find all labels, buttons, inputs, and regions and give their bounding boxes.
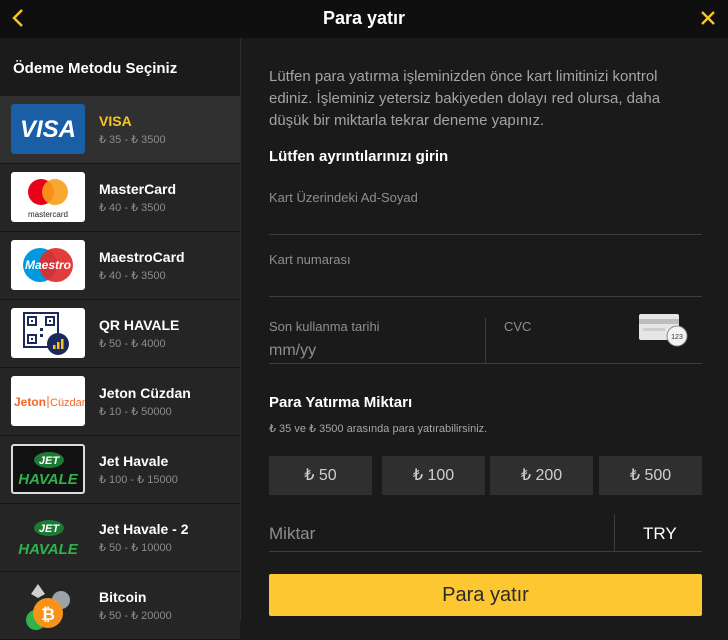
quick-amount-50-button[interactable]: ₺ 50 [269,456,372,495]
svg-text:JET: JET [39,523,60,535]
jet-havale-logo-icon: JET HAVALE [11,444,85,494]
method-range: ₺ 35 - ₺ 3500 [99,134,166,146]
method-range: ₺ 100 - ₺ 15000 [99,474,178,486]
expiry-input[interactable]: mm/yy [269,342,316,360]
svg-text:HAVALE: HAVALE [18,471,78,488]
divider [485,318,486,363]
payment-method-sidebar: Ödeme Metodu Seçiniz VISA VISA ₺ 35 - ₺ … [0,38,241,640]
divider [269,551,702,552]
svg-text:HAVALE: HAVALE [18,541,78,558]
method-range: ₺ 50 - ₺ 4000 [99,338,166,350]
method-range: ₺ 40 - ₺ 3500 [99,202,166,214]
visa-logo-icon: VISA [11,104,85,154]
payment-method-mastercard[interactable]: mastercard MasterCard ₺ 40 - ₺ 3500 [0,164,240,232]
svg-text:Maestro: Maestro [25,258,71,272]
submit-deposit-button[interactable]: Para yatır [269,574,702,616]
method-name: Jeton Cüzdan [99,385,191,401]
method-name: Bitcoin [99,589,147,605]
svg-text:JET: JET [39,455,60,467]
details-title: Lütfen ayrıntılarınızı girin [269,148,449,165]
expiry-label: Son kullanma tarihi [269,319,380,334]
jet-havale-logo-icon: JET HAVALE [11,512,85,562]
amount-title: Para Yatırma Miktarı [269,394,413,411]
svg-text:Jeton: Jeton [14,395,46,409]
method-name: MasterCard [99,181,177,197]
qr-code-icon [11,308,85,358]
sidebar-title: Ödeme Metodu Seçiniz [0,38,240,96]
card-number-field[interactable]: Kart numarası [269,252,351,267]
svg-text:Cüzdan: Cüzdan [50,397,85,409]
divider [269,234,702,235]
svg-text:123: 123 [671,334,683,341]
method-name: VISA [99,113,132,129]
crypto-coins-icon: ₿ [11,580,85,630]
payment-method-visa[interactable]: VISA VISA ₺ 35 - ₺ 3500 [0,96,240,164]
method-range: ₺ 50 - ₺ 10000 [99,542,172,554]
divider [614,514,615,552]
cardholder-name-field[interactable]: Kart Üzerindeki Ad-Soyad [269,190,418,205]
cvc-field[interactable]: CVC [504,319,531,334]
quick-amount-100-button[interactable]: ₺ 100 [382,456,485,495]
top-bar: Para yatır [0,0,728,38]
svg-text:VISA: VISA [20,116,76,143]
maestro-logo-icon: Maestro [11,240,85,290]
quick-amount-200-button[interactable]: ₺ 200 [490,456,593,495]
divider [269,296,702,297]
page-title: Para yatır [322,8,406,28]
payment-method-jet-havale[interactable]: JET HAVALE Jet Havale ₺ 100 - ₺ 15000 [0,436,240,504]
amount-hint: ₺ 35 ve ₺ 3500 arasında para yatırabilir… [269,423,488,435]
method-name: QR HAVALE [99,317,180,333]
currency-label: TRY [643,524,677,543]
mastercard-logo-icon: mastercard [11,172,85,222]
card-limit-notice: Lütfen para yatırma işleminizden önce ka… [269,68,661,129]
payment-method-jet-havale-2[interactable]: JET HAVALE Jet Havale - 2 ₺ 50 - ₺ 10000 [0,504,240,572]
jeton-logo-icon: Jeton Cüzdan [11,376,85,426]
payment-method-jeton[interactable]: Jeton Cüzdan Jeton Cüzdan ₺ 10 - ₺ 50000 [0,368,240,436]
payment-method-bitcoin[interactable]: ₿ Bitcoin ₺ 50 - ₺ 20000 [0,572,240,640]
cvc-card-icon: 123 [637,310,693,348]
deposit-form: Lütfen para yatırma işleminizden önce ka… [241,38,728,621]
method-range: ₺ 50 - ₺ 20000 [99,610,172,622]
method-name: Jet Havale - 2 [99,521,189,537]
quick-amount-500-button[interactable]: ₺ 500 [599,456,702,495]
amount-input[interactable]: Miktar [269,524,315,544]
svg-text:mastercard: mastercard [28,210,68,219]
method-range: ₺ 10 - ₺ 50000 [99,406,172,418]
method-name: MaestroCard [99,249,185,265]
divider [269,363,702,364]
payment-method-maestro[interactable]: Maestro MaestroCard ₺ 40 - ₺ 3500 [0,232,240,300]
method-name: Jet Havale [99,453,169,469]
svg-text:₿: ₿ [41,605,55,624]
close-icon[interactable] [700,9,716,27]
payment-method-qr-havale[interactable]: QR HAVALE ₺ 50 - ₺ 4000 [0,300,240,368]
method-range: ₺ 40 - ₺ 3500 [99,270,166,282]
